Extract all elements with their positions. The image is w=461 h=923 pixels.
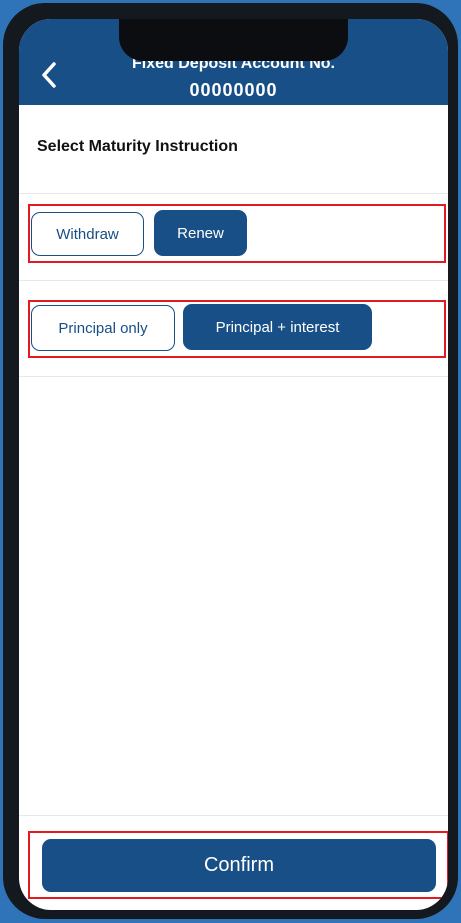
chevron-left-icon bbox=[42, 62, 56, 88]
principal-plus-interest-button[interactable]: Principal + interest bbox=[183, 304, 372, 350]
principal-only-button[interactable]: Principal only bbox=[31, 305, 175, 351]
maturity-action-group: Withdraw Renew bbox=[28, 204, 446, 263]
section-title: Select Maturity Instruction bbox=[37, 138, 238, 155]
back-button[interactable] bbox=[35, 57, 63, 93]
app-screen: Fixed Deposit Account No. 00000000 Selec… bbox=[19, 19, 448, 910]
footer-divider bbox=[19, 815, 448, 816]
divider bbox=[19, 280, 448, 281]
device-notch bbox=[119, 19, 348, 61]
divider bbox=[19, 376, 448, 377]
account-number: 00000000 bbox=[189, 80, 278, 100]
renewal-type-group: Principal only Principal + interest bbox=[28, 300, 446, 358]
divider bbox=[19, 193, 448, 194]
confirm-button[interactable]: Confirm bbox=[42, 839, 436, 892]
phone-frame: Fixed Deposit Account No. 00000000 Selec… bbox=[3, 3, 458, 919]
renew-button[interactable]: Renew bbox=[154, 210, 247, 256]
withdraw-button[interactable]: Withdraw bbox=[31, 212, 144, 256]
confirm-highlight: Confirm bbox=[28, 831, 448, 899]
